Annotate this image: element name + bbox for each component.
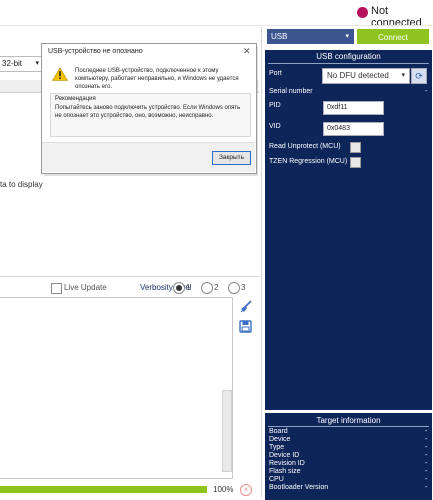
live-update-checkbox[interactable] bbox=[51, 283, 62, 294]
data-width-value: 32-bit bbox=[2, 59, 23, 68]
target-revision-id-label: Revision ID bbox=[269, 460, 305, 467]
save-log-icon[interactable] bbox=[239, 320, 252, 333]
port-select[interactable]: No DFU detected ▾ bbox=[322, 68, 410, 84]
log-divider bbox=[0, 276, 259, 277]
chevron-down-icon: ▾ bbox=[345, 33, 349, 40]
port-value: No DFU detected bbox=[327, 71, 389, 80]
target-flash-size-value: - bbox=[425, 468, 428, 475]
dialog-close-button[interactable]: Закрыть bbox=[212, 151, 251, 165]
refresh-ports-button[interactable]: ⟳ bbox=[411, 68, 427, 84]
verbosity-radio-3-label: 3 bbox=[241, 283, 246, 292]
chevron-down-icon: ▾ bbox=[35, 60, 39, 67]
verbosity-radio-2-label: 2 bbox=[214, 283, 219, 292]
verbosity-radio-1-label: 1 bbox=[186, 283, 191, 292]
progress-percent: 100% bbox=[213, 485, 234, 494]
log-scrollbar[interactable] bbox=[222, 390, 232, 472]
verbosity-radio-3[interactable] bbox=[228, 282, 240, 294]
serial-number-value: - bbox=[425, 88, 428, 95]
tzen-regression-checkbox[interactable] bbox=[350, 157, 361, 168]
target-type-label: Type bbox=[269, 444, 285, 451]
read-unprotect-label: Read Unprotect (MCU) bbox=[269, 143, 341, 150]
target-revision-id-value: - bbox=[425, 460, 428, 467]
read-unprotect-checkbox[interactable] bbox=[350, 142, 361, 153]
target-device-id-value: - bbox=[425, 452, 428, 459]
log-output[interactable] bbox=[0, 297, 233, 479]
progress-fill bbox=[0, 486, 207, 493]
pid-field[interactable]: 0xdf11 bbox=[323, 101, 384, 115]
target-bootloader-version-label: Bootloader Version bbox=[269, 484, 329, 491]
usb-configuration-title: USB configuration bbox=[316, 52, 381, 61]
interface-select[interactable]: USB ▾ bbox=[267, 29, 354, 44]
refresh-icon: ⟳ bbox=[415, 71, 423, 81]
no-data-text: ta to display bbox=[0, 180, 43, 189]
warning-icon bbox=[52, 67, 68, 81]
usb-configuration-divider bbox=[268, 63, 429, 64]
connect-button[interactable]: Connect bbox=[357, 29, 429, 44]
target-cpu-value: - bbox=[425, 476, 428, 483]
live-update-label: Live Update bbox=[64, 283, 107, 292]
connection-status-dot bbox=[357, 7, 368, 18]
target-flash-size-label: Flash size bbox=[269, 468, 301, 475]
dialog-message: Последнее USB-устройство, подключенное к… bbox=[75, 68, 239, 90]
target-device-value: - bbox=[425, 436, 428, 443]
data-width-select[interactable]: 32-bit ▾ bbox=[0, 56, 43, 72]
target-bootloader-version-value: - bbox=[425, 484, 428, 491]
cancel-icon[interactable]: × bbox=[240, 484, 252, 496]
vid-label: VID bbox=[269, 123, 281, 130]
verbosity-radio-1[interactable] bbox=[173, 282, 185, 294]
recommendation-text: Попытайтесь заново подключить устройство… bbox=[55, 105, 241, 119]
target-cpu-label: CPU bbox=[269, 476, 284, 483]
verbosity-radio-2[interactable] bbox=[201, 282, 213, 294]
target-board-label: Board bbox=[269, 428, 288, 435]
target-device-label: Device bbox=[269, 436, 291, 443]
serial-number-label: Serial number bbox=[269, 88, 313, 95]
target-device-id-label: Device ID bbox=[269, 452, 300, 459]
dialog-title: USB-устройство не опознано bbox=[48, 48, 143, 55]
target-information-title: Target information bbox=[316, 416, 381, 425]
target-board-value: - bbox=[425, 428, 428, 435]
pid-label: PID bbox=[269, 102, 281, 109]
target-information-divider bbox=[268, 426, 429, 427]
target-type-value: - bbox=[425, 444, 428, 451]
interface-value: USB bbox=[271, 32, 288, 41]
tzen-regression-label: TZEN Regression (MCU) bbox=[269, 158, 348, 165]
chevron-down-icon: ▾ bbox=[401, 72, 405, 79]
header-divider bbox=[0, 25, 433, 26]
dialog-close-icon[interactable]: ✕ bbox=[243, 46, 251, 57]
recommendation-title: Рекомендация bbox=[55, 96, 96, 102]
port-label: Port bbox=[269, 70, 282, 77]
vid-field[interactable]: 0x0483 bbox=[323, 122, 384, 136]
clear-log-brush-icon[interactable] bbox=[239, 300, 253, 314]
